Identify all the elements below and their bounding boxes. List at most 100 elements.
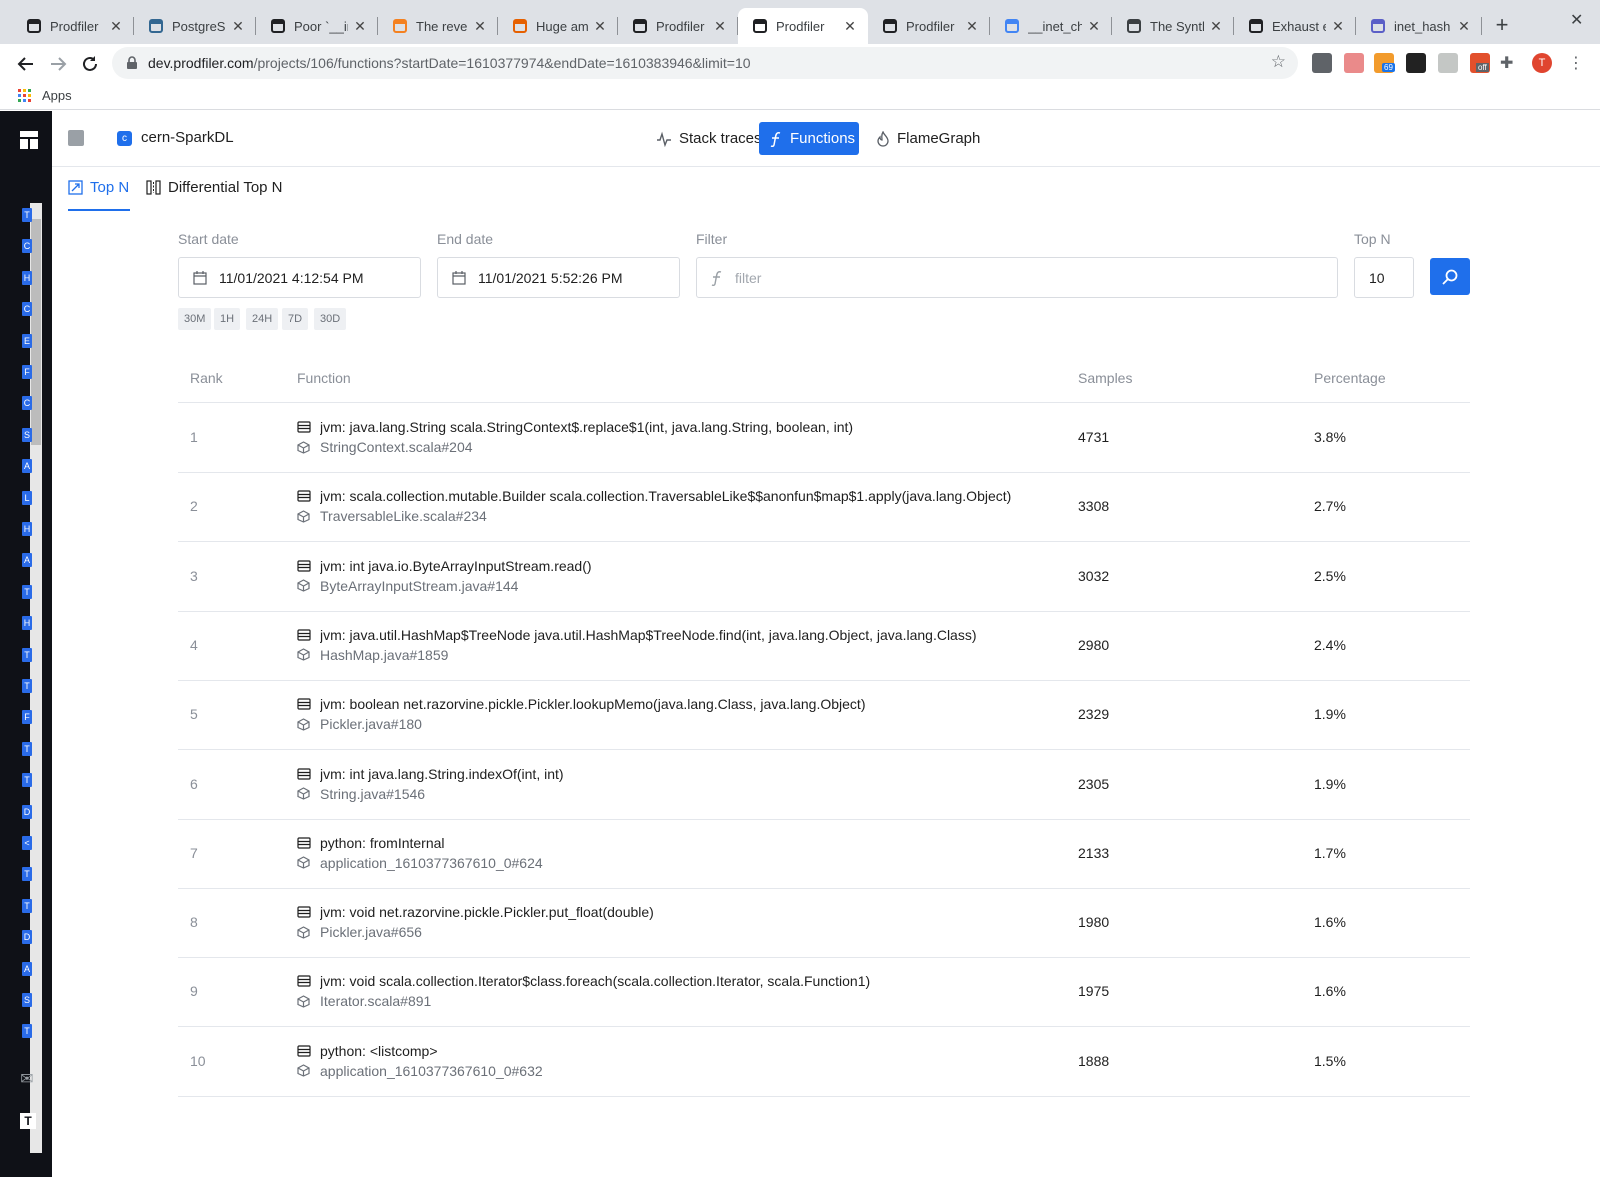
- project-name[interactable]: cern-SparkDL: [141, 129, 234, 146]
- close-tab-icon[interactable]: ✕: [1330, 18, 1346, 35]
- back-button[interactable]: [12, 50, 40, 78]
- rail-item[interactable]: C: [22, 302, 32, 317]
- end-date-field[interactable]: 11/01/2021 5:52:26 PM: [437, 257, 680, 298]
- browser-tab[interactable]: __inet_ch ✕: [990, 8, 1112, 44]
- rail-item[interactable]: F: [22, 365, 32, 379]
- browser-tab[interactable]: Prodfiler ✕: [738, 8, 868, 44]
- mail-icon[interactable]: ✉: [14, 1067, 40, 1093]
- rail-item[interactable]: C: [22, 239, 32, 254]
- extension-off-icon[interactable]: off: [1470, 53, 1490, 73]
- window-close-button[interactable]: ✕: [1570, 10, 1583, 30]
- browser-tab[interactable]: Prodfiler ✕: [618, 8, 738, 44]
- close-tab-icon[interactable]: ✕: [842, 18, 858, 35]
- rail-item[interactable]: F: [22, 710, 32, 725]
- close-tab-icon[interactable]: ✕: [964, 18, 980, 35]
- rail-bottom-initial[interactable]: T: [20, 1113, 36, 1129]
- browser-tab[interactable]: The reven✕: [378, 8, 498, 44]
- prodfiler-logo-icon[interactable]: [20, 131, 38, 149]
- browser-tab[interactable]: Exhaust e ✕: [1234, 8, 1356, 44]
- bookmark-apps[interactable]: Apps: [18, 88, 72, 103]
- nav-tab-stack-traces[interactable]: Stack traces: [646, 122, 772, 155]
- table-row[interactable]: 7 python: fromInternal application_1610377…: [178, 820, 1470, 889]
- table-row[interactable]: 10 python: <listcomp> application_16103773…: [178, 1028, 1470, 1097]
- close-tab-icon[interactable]: ✕: [230, 18, 246, 35]
- extension-react-icon[interactable]: [1406, 53, 1426, 73]
- rail-item[interactable]: H: [22, 616, 32, 631]
- extension-rss-icon[interactable]: 69: [1374, 53, 1395, 73]
- nav-tab-functions[interactable]: Functions: [759, 122, 859, 155]
- table-row[interactable]: 6 jvm: int java.lang.String.indexOf(int, …: [178, 751, 1470, 820]
- close-tab-icon[interactable]: ✕: [472, 18, 488, 35]
- rail-item[interactable]: A: [22, 553, 32, 568]
- extension-camera-icon[interactable]: [1438, 53, 1458, 73]
- top-n-field[interactable]: [1354, 257, 1414, 298]
- nav-tab-flamegraph[interactable]: FlameGraph: [866, 122, 990, 155]
- rail-item[interactable]: H: [22, 270, 32, 285]
- rail-item[interactable]: A: [22, 459, 32, 474]
- table-row[interactable]: 3 jvm: int java.io.ByteArrayInputStream.r…: [178, 543, 1470, 612]
- close-tab-icon[interactable]: ✕: [352, 18, 368, 35]
- table-row[interactable]: 9 jvm: void scala.collection.Iterator$cla…: [178, 958, 1470, 1028]
- extension-cast-icon[interactable]: [1344, 53, 1364, 73]
- rail-item[interactable]: T: [22, 741, 32, 756]
- table-row[interactable]: 4 jvm: java.util.HashMap$TreeNode java.ut…: [178, 612, 1470, 681]
- rail-item[interactable]: T: [22, 867, 32, 882]
- rail-item[interactable]: T: [22, 647, 32, 662]
- rail-scrollbar-thumb[interactable]: [31, 219, 41, 445]
- filter-field[interactable]: [696, 257, 1338, 298]
- browser-tab[interactable]: Prodfiler ✕: [12, 8, 134, 44]
- quick-range-30m[interactable]: 30M: [178, 308, 212, 330]
- close-tab-icon[interactable]: ✕: [1456, 18, 1472, 35]
- quick-range-24h[interactable]: 24H: [246, 308, 279, 330]
- rail-item[interactable]: A: [22, 961, 32, 976]
- rail-item[interactable]: D: [22, 804, 32, 819]
- start-date-field[interactable]: 11/01/2021 4:12:54 PM: [178, 257, 421, 298]
- rail-item[interactable]: <: [22, 836, 32, 850]
- rail-item[interactable]: T: [22, 898, 32, 913]
- rail-item[interactable]: S: [22, 993, 32, 1007]
- column-header-percentage[interactable]: Percentage: [1314, 370, 1386, 386]
- column-header-function[interactable]: Function: [297, 370, 351, 386]
- browser-tab[interactable]: PostgreSQL✕: [134, 8, 256, 44]
- extensions-puzzle-icon[interactable]: ✚: [1500, 53, 1520, 73]
- browser-tab[interactable]: Huge amo✕: [498, 8, 618, 44]
- browser-tab[interactable]: Prodfiler ✕: [868, 8, 990, 44]
- rail-item[interactable]: T: [22, 679, 32, 693]
- close-tab-icon[interactable]: ✕: [1208, 18, 1224, 35]
- profile-avatar[interactable]: T: [1532, 53, 1552, 73]
- browser-tab[interactable]: Poor `__in ✕: [256, 8, 378, 44]
- table-row[interactable]: 8 jvm: void net.razorvine.pickle.Pickler.…: [178, 889, 1470, 959]
- browser-tab[interactable]: inet_hash ✕: [1356, 8, 1482, 44]
- quick-range-7d[interactable]: 7D: [282, 308, 309, 330]
- search-button[interactable]: [1430, 258, 1470, 295]
- rail-item[interactable]: T: [22, 584, 32, 599]
- rail-item[interactable]: D: [22, 930, 32, 945]
- browser-menu-icon[interactable]: ⋮: [1566, 53, 1586, 73]
- sidebar-toggle-icon[interactable]: [68, 130, 84, 146]
- filter-input[interactable]: [735, 269, 1337, 286]
- reload-button[interactable]: [76, 50, 104, 78]
- address-bar[interactable]: dev.prodfiler.com/projects/106/functions…: [112, 47, 1298, 79]
- browser-tab[interactable]: The Synth ✕: [1112, 8, 1234, 44]
- new-tab-button[interactable]: +: [1488, 12, 1516, 40]
- forward-button[interactable]: [44, 50, 72, 78]
- subtab-top-n[interactable]: Top N: [68, 179, 130, 211]
- table-row[interactable]: 2 jvm: scala.collection.mutable.Builder s…: [178, 473, 1470, 543]
- rail-item[interactable]: H: [22, 522, 32, 536]
- rail-item[interactable]: E: [22, 333, 32, 348]
- table-row[interactable]: 1 jvm: java.lang.String scala.StringConte…: [178, 404, 1470, 473]
- close-tab-icon[interactable]: ✕: [1086, 18, 1102, 35]
- rail-item[interactable]: L: [22, 490, 32, 505]
- top-n-input[interactable]: [1355, 269, 1413, 286]
- quick-range-30d[interactable]: 30D: [314, 308, 347, 330]
- subtab-differential-top-n[interactable]: Differential Top N: [146, 179, 283, 211]
- bookmark-star-icon[interactable]: ☆: [1271, 52, 1286, 72]
- close-tab-icon[interactable]: ✕: [592, 18, 608, 35]
- extension-icon[interactable]: [1312, 53, 1332, 73]
- close-tab-icon[interactable]: ✕: [712, 18, 728, 35]
- column-header-rank[interactable]: Rank: [190, 370, 223, 386]
- column-header-samples[interactable]: Samples: [1078, 370, 1132, 386]
- rail-item[interactable]: S: [22, 427, 32, 442]
- quick-range-1h[interactable]: 1H: [214, 308, 241, 330]
- table-row[interactable]: 5 jvm: boolean net.razorvine.pickle.Pickl…: [178, 681, 1470, 751]
